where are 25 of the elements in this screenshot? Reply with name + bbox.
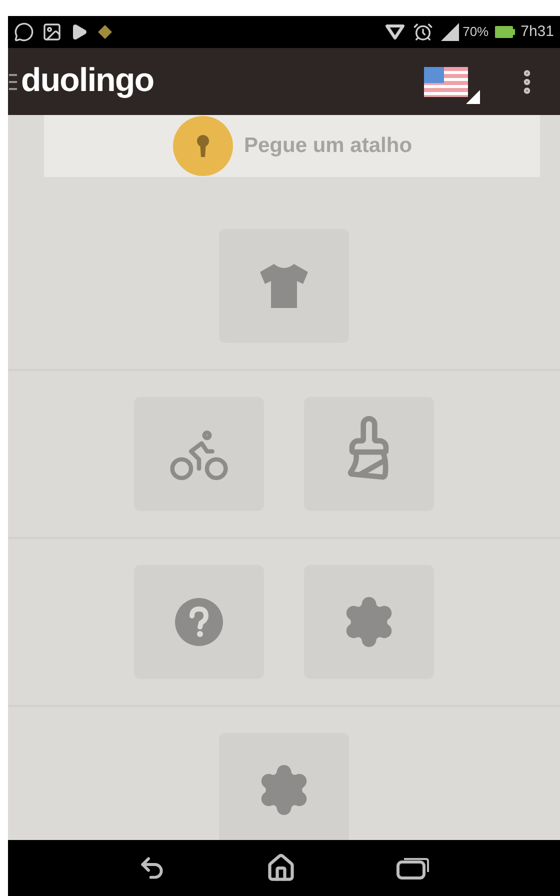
battery-icon [494, 26, 515, 38]
chat-icon [14, 22, 34, 42]
recent-apps-icon[interactable] [396, 856, 430, 880]
skill-tile[interactable] [304, 565, 434, 679]
flag-icon [424, 66, 468, 96]
alarm-icon [412, 22, 433, 42]
skill-tile[interactable] [304, 397, 434, 511]
diamond-icon [98, 25, 112, 39]
help-icon [174, 597, 224, 647]
shortcut-label: Pegue um atalho [244, 133, 412, 160]
skill-tile[interactable] [134, 397, 264, 511]
play-icon [70, 23, 88, 41]
clock-time: 7h31 [520, 22, 554, 42]
keyhole-coin-icon [172, 115, 234, 177]
skill-tile[interactable] [219, 733, 349, 840]
home-icon[interactable] [266, 853, 296, 883]
image-icon [42, 22, 62, 42]
menu-icon[interactable] [9, 72, 17, 92]
battery-percent: 70% [462, 23, 489, 42]
skill-tile[interactable] [219, 229, 349, 343]
signal-icon [440, 23, 459, 41]
back-icon[interactable] [138, 854, 166, 882]
app-logo[interactable]: duolingo [21, 63, 154, 100]
corner-indicator-icon [466, 90, 480, 104]
skill-tile[interactable] [134, 565, 264, 679]
